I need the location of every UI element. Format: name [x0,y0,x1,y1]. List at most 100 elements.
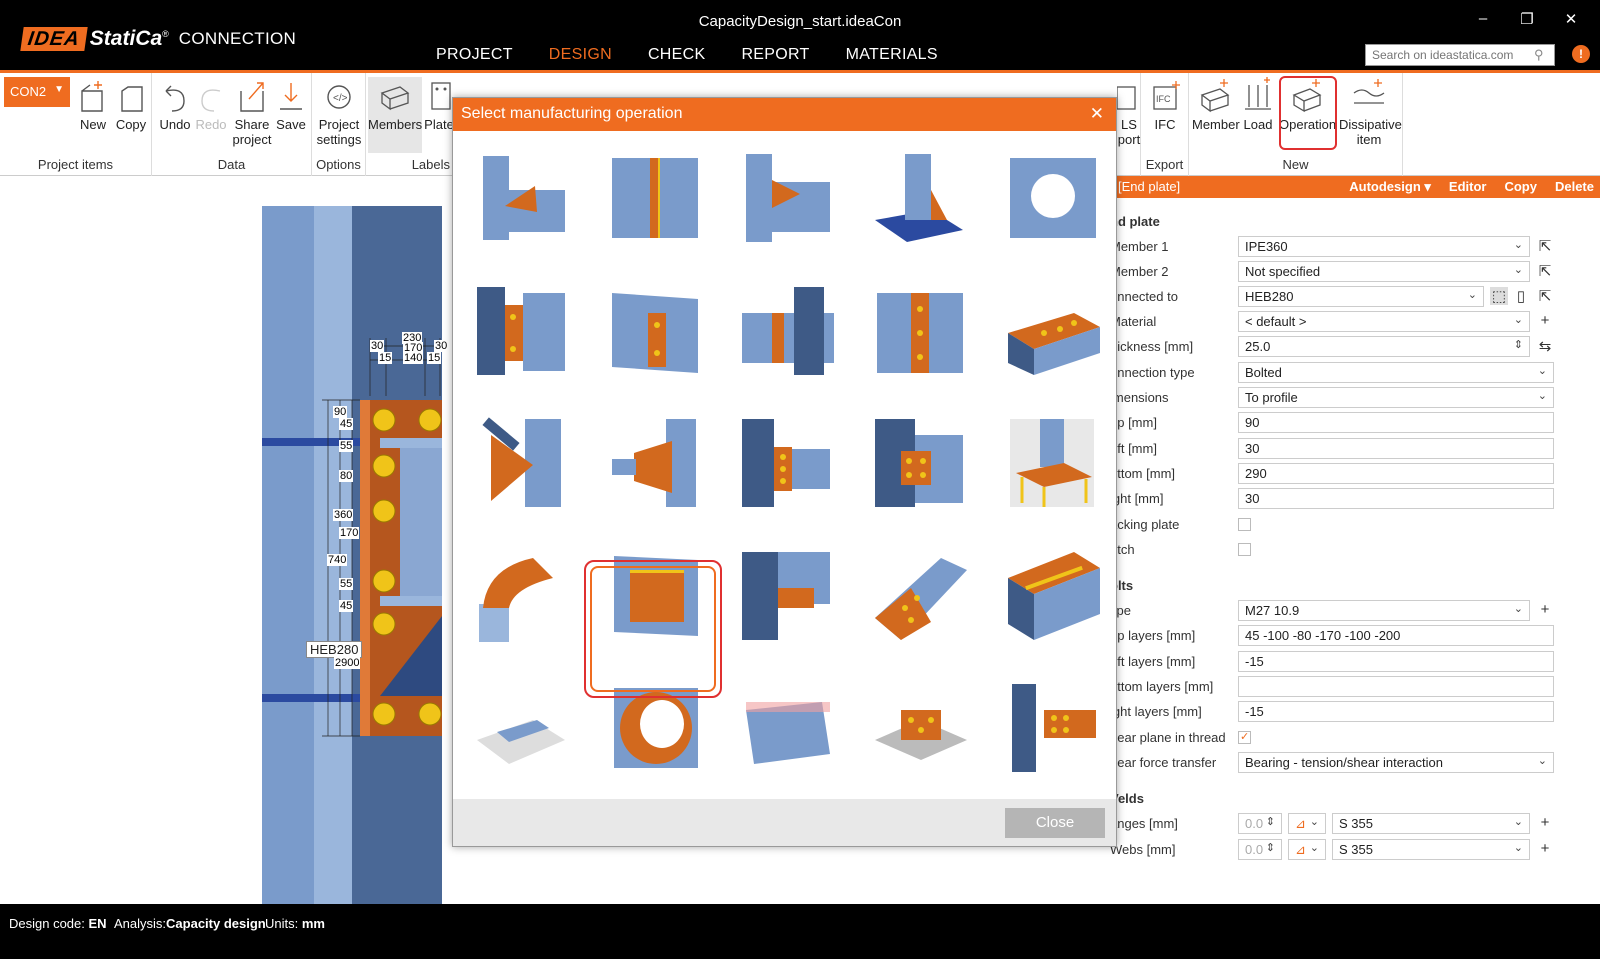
operation-tile[interactable] [1004,415,1100,511]
operation-tile[interactable] [473,415,569,511]
add-member-button[interactable]: Member [1192,77,1240,132]
project-settings-button[interactable]: </> Project settings [316,77,362,147]
plates-label: Plate [424,117,454,132]
spinner-icon[interactable]: ⇕ [1266,841,1275,854]
operation-tile[interactable] [871,548,967,644]
operation-tile[interactable] [606,680,702,776]
operation-tile[interactable] [871,150,967,246]
save-icon [280,83,302,110]
operation-tile[interactable] [1004,283,1100,379]
left-input[interactable]: 30 [1238,438,1554,459]
base-plate-stiffener-icon [875,154,963,242]
member2-select[interactable]: Not specified ⌄ [1238,261,1530,282]
operation-tile[interactable] [473,680,569,776]
minimize-icon[interactable]: – [1474,10,1492,28]
operation-tile[interactable] [738,415,834,511]
operation-tile[interactable] [871,415,967,511]
operation-tile[interactable] [606,548,702,644]
bolt-type-select[interactable]: M27 10.9 ⌄ [1238,600,1530,621]
device-icon[interactable]: ▯ [1512,287,1530,305]
delete-operation-button[interactable]: Delete [1555,179,1594,195]
backing-plate-checkbox[interactable] [1238,518,1251,531]
operation-tile[interactable] [871,283,967,379]
connected-to-select[interactable]: HEB280 ⌄ [1238,286,1484,307]
ribbon-group-data: Undo Redo Share project Save Data [152,73,312,176]
shear-force-transfer-select[interactable]: Bearing - tension/shear interaction ⌄ [1238,752,1554,773]
bracing-gusset-icon [482,417,561,507]
thickness-input[interactable]: 25.0 ⇕ [1238,336,1530,357]
top-layers-input[interactable]: 45 -100 -80 -170 -100 -200 [1238,625,1554,646]
operation-tile[interactable] [738,680,834,776]
right-input[interactable]: 30 [1238,488,1554,509]
shear-plane-checkbox[interactable] [1238,730,1251,744]
left-layers-input[interactable]: -15 [1238,651,1554,672]
copy-operation-button[interactable]: Copy [1504,179,1537,195]
operation-tile[interactable] [871,680,967,776]
operation-tile[interactable] [1004,680,1100,776]
end-plate-column-icon [875,419,963,507]
autodesign-button[interactable]: Autodesign ▾ [1349,179,1431,195]
restore-icon[interactable]: ❐ [1518,10,1536,28]
operation-tile[interactable] [473,283,569,379]
save-button[interactable]: Save [270,77,312,132]
add-load-button[interactable]: Load [1239,77,1277,132]
swap-icon[interactable]: ⇆ [1536,337,1554,355]
operation-tile[interactable] [606,283,702,379]
connection-selector[interactable]: CON2 ▼ [4,77,70,107]
operation-tile[interactable] [738,548,834,644]
operation-tile[interactable] [1004,150,1100,246]
notch-checkbox[interactable] [1238,543,1251,556]
operation-tile[interactable] [606,150,702,246]
gear-icon: </> [327,85,351,109]
bottom-input[interactable]: 290 [1238,463,1554,484]
xls-export-label: LS port [1117,117,1141,147]
web-weld-size-input[interactable]: 0.0 ⇕ [1238,839,1282,860]
editor-button[interactable]: Editor [1449,179,1487,195]
share-project-button[interactable]: Share project [230,77,274,147]
pick-cursor-icon[interactable]: ⇱ [1536,237,1554,255]
dimensions-select[interactable]: To profile ⌄ [1238,387,1554,408]
search-icon[interactable]: ⚲ [1534,47,1544,63]
flange-weld-type-select[interactable]: ⊿ ⌄ [1288,813,1326,834]
bottom-layers-input[interactable] [1238,676,1554,697]
pick-cursor-icon[interactable]: ⇱ [1536,287,1554,305]
web-weld-type-select[interactable]: ⊿ ⌄ [1288,839,1326,860]
material-select[interactable]: < default > ⌄ [1238,311,1530,332]
member-view-icon[interactable]: ⬚ [1490,287,1508,305]
ifc-button[interactable]: IFC IFC [1144,77,1186,132]
add-weld-material-icon[interactable]: + [1536,814,1554,831]
add-material-icon[interactable]: + [1536,312,1554,329]
operation-tile[interactable] [473,150,569,246]
operation-tile[interactable] [473,548,569,644]
operation-tile[interactable] [738,283,834,379]
member1-select[interactable]: IPE360 ⌄ [1238,236,1530,257]
flange-weld-material-select[interactable]: S 355 ⌄ [1332,813,1530,834]
search-input[interactable] [1365,44,1555,66]
operation-tile[interactable] [738,150,834,246]
web-weld-material-select[interactable]: S 355 ⌄ [1332,839,1530,860]
members-button[interactable]: Members [368,77,422,153]
spinner-icon[interactable]: ⇕ [1514,338,1523,351]
close-window-icon[interactable]: ✕ [1562,10,1580,28]
close-icon[interactable]: ✕ [1090,104,1104,124]
operation-tile[interactable] [1004,548,1100,644]
plates-button[interactable]: Plate [424,77,454,132]
operation-tile[interactable] [606,415,702,511]
connection-type-select[interactable]: Bolted ⌄ [1238,362,1554,383]
top-input[interactable]: 90 [1238,412,1554,433]
dim-left-360: 360 [333,509,354,521]
flange-weld-size-input[interactable]: 0.0 ⇕ [1238,813,1282,834]
row-left-layers: eft layers [mm] -15 [1110,649,1600,674]
right-layers-input[interactable]: -15 [1238,701,1554,722]
xls-export-button[interactable]: LS port [1117,77,1141,147]
add-weld-material-icon[interactable]: + [1536,840,1554,857]
copy-button[interactable]: Copy [110,77,152,132]
close-button[interactable]: Close [1005,808,1105,838]
new-button[interactable]: New [72,77,114,132]
pick-cursor-icon[interactable]: ⇱ [1536,262,1554,280]
info-icon[interactable]: ! [1572,45,1590,63]
redo-button[interactable]: Redo [190,77,232,132]
add-bolt-icon[interactable]: + [1536,601,1554,618]
dissipative-item-button[interactable]: Dissipative item [1339,77,1402,147]
spinner-icon[interactable]: ⇕ [1266,815,1275,828]
